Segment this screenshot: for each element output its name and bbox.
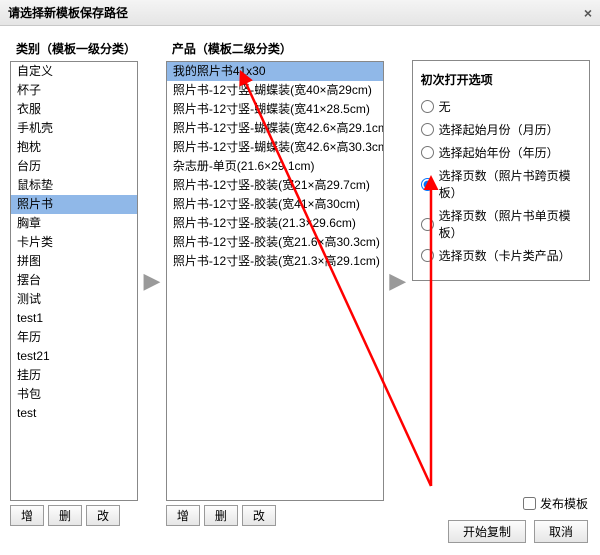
radio-option[interactable]: 选择起始年份（年历） (421, 144, 581, 161)
list-item[interactable]: 台历 (11, 157, 137, 176)
list-item[interactable]: test1 (11, 309, 137, 328)
list-item[interactable]: 杯子 (11, 81, 137, 100)
product-listbox[interactable]: 我的照片书41x30照片书-12寸竖-蝴蝶装(宽40×高29cm)照片书-12寸… (166, 61, 384, 501)
category-delete-button[interactable]: 删 (48, 505, 82, 526)
category-modify-button[interactable]: 改 (86, 505, 120, 526)
list-item[interactable]: 照片书-12寸竖-蝴蝶装(宽42.6×高30.3cm) (167, 138, 383, 157)
radio-option[interactable]: 选择页数（照片书跨页模板） (421, 167, 581, 201)
category-add-button[interactable]: 增 (10, 505, 44, 526)
list-item[interactable]: 照片书-12寸竖-胶装(宽41×高30cm) (167, 195, 383, 214)
list-item[interactable]: 照片书-12寸竖-蝴蝶装(宽40×高29cm) (167, 81, 383, 100)
list-item[interactable]: 胸章 (11, 214, 137, 233)
publish-label: 发布模板 (540, 495, 588, 512)
radio-input[interactable] (421, 146, 434, 159)
radio-input[interactable] (421, 218, 434, 231)
product-delete-button[interactable]: 删 (204, 505, 238, 526)
publish-checkbox[interactable] (523, 497, 536, 510)
list-item[interactable]: 照片书-12寸竖-胶装(宽21.3×高29.1cm) (167, 252, 383, 271)
radio-input[interactable] (421, 178, 434, 191)
dialog-title: 请选择新模板保存路径 (8, 4, 128, 21)
radio-label: 选择页数（照片书单页模板） (439, 207, 581, 241)
list-item[interactable]: 抱枕 (11, 138, 137, 157)
close-icon[interactable]: × (584, 5, 592, 21)
radio-label: 选择起始年份（年历） (439, 144, 559, 161)
radio-label: 选择页数（卡片类产品） (439, 247, 571, 264)
radio-option[interactable]: 选择页数（照片书单页模板） (421, 207, 581, 241)
list-item[interactable]: test (11, 404, 137, 423)
radio-option[interactable]: 选择页数（卡片类产品） (421, 247, 581, 264)
list-item[interactable]: 照片书-12寸竖-胶装(宽21×高29.7cm) (167, 176, 383, 195)
list-item[interactable]: 照片书-12寸竖-胶装(21.3×29.6cm) (167, 214, 383, 233)
radio-input[interactable] (421, 100, 434, 113)
open-options-group: 初次打开选项 无选择起始月份（月历） 选择起始年份（年历） 选择页数（照片书跨页模板… (412, 60, 590, 281)
product-add-button[interactable]: 增 (166, 505, 200, 526)
radio-label: 选择起始月份（月历） (439, 121, 559, 138)
list-item[interactable]: 摆台 (11, 271, 137, 290)
list-item[interactable]: 拼图 (11, 252, 137, 271)
radio-label: 选择页数（照片书跨页模板） (439, 167, 581, 201)
category-header: 类别（模板一级分类） (10, 36, 138, 61)
list-item[interactable]: test21 (11, 347, 137, 366)
open-options-legend: 初次打开选项 (421, 71, 581, 88)
list-item[interactable]: 鼠标垫 (11, 176, 137, 195)
list-item[interactable]: 照片书-12寸竖-蝴蝶装(宽42.6×高29.1cm) (167, 119, 383, 138)
radio-input[interactable] (421, 123, 434, 136)
radio-option[interactable]: 选择起始月份（月历） (421, 121, 581, 138)
product-header: 产品（模板二级分类） (166, 36, 384, 61)
radio-label: 无 (439, 98, 451, 115)
list-item[interactable]: 照片书 (11, 195, 137, 214)
list-item[interactable]: 杂志册-单页(21.6×29.1cm) (167, 157, 383, 176)
list-item[interactable]: 手机壳 (11, 119, 137, 138)
radio-input[interactable] (421, 249, 434, 262)
list-item[interactable]: 书包 (11, 385, 137, 404)
arrow-right-icon: ▶ (388, 36, 408, 526)
list-item[interactable]: 衣服 (11, 100, 137, 119)
start-copy-button[interactable]: 开始复制 (448, 520, 526, 543)
cancel-button[interactable]: 取消 (534, 520, 588, 543)
titlebar: 请选择新模板保存路径 × (0, 0, 600, 26)
list-item[interactable]: 我的照片书41x30 (167, 62, 383, 81)
list-item[interactable]: 照片书-12寸竖-胶装(宽21.6×高30.3cm) (167, 233, 383, 252)
product-modify-button[interactable]: 改 (242, 505, 276, 526)
publish-checkbox-label[interactable]: 发布模板 (523, 495, 588, 512)
list-item[interactable]: 照片书-12寸竖-蝴蝶装(宽41×28.5cm) (167, 100, 383, 119)
list-item[interactable]: 测试 (11, 290, 137, 309)
radio-option[interactable]: 无 (421, 98, 581, 115)
list-item[interactable]: 年历 (11, 328, 137, 347)
category-listbox[interactable]: 自定义杯子衣服手机壳抱枕台历鼠标垫照片书胸章卡片类拼图摆台测试test1年历te… (10, 61, 138, 501)
list-item[interactable]: 卡片类 (11, 233, 137, 252)
list-item[interactable]: 挂历 (11, 366, 137, 385)
arrow-right-icon: ▶ (142, 36, 162, 526)
list-item[interactable]: 自定义 (11, 62, 137, 81)
